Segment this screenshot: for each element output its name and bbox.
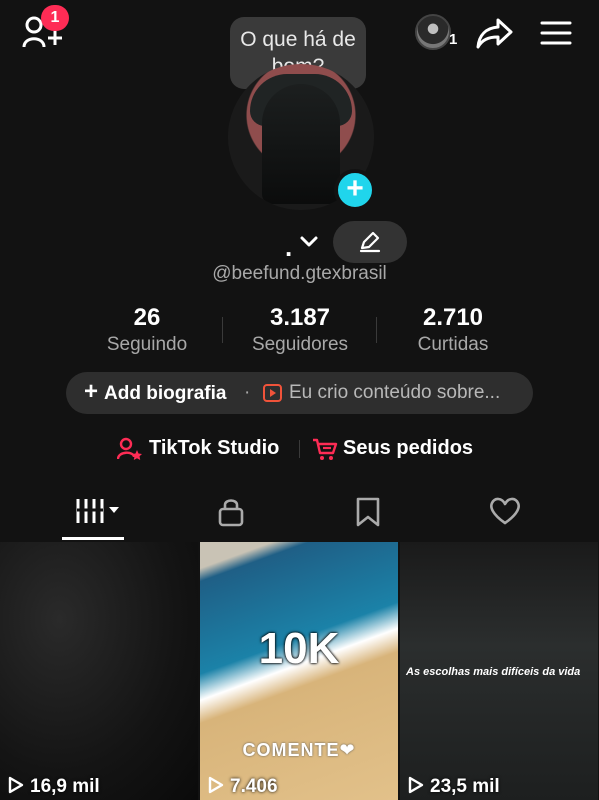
add-story-plus-icon[interactable]: + [334, 169, 376, 211]
video-thumbnail[interactable]: 10K COMENTE❤ 7.406 [200, 542, 398, 800]
profile-links: TikTok Studio Seus pedidos [0, 434, 599, 464]
user-star-icon [117, 437, 142, 460]
active-tab-indicator [62, 537, 124, 540]
play-icon [408, 776, 424, 794]
stat-value: 3.187 [269, 304, 331, 331]
links-divider [299, 440, 300, 458]
share-icon[interactable] [476, 16, 514, 50]
bio-separator: · [244, 382, 251, 403]
grid-bars-icon [76, 499, 119, 523]
video-overlay-subtext: COMENTE❤ [242, 740, 356, 760]
view-count: 7.406 [208, 776, 278, 798]
your-orders-link[interactable]: Seus pedidos [343, 437, 473, 460]
account-switcher-avatar[interactable] [415, 14, 451, 50]
view-count: 16,9 mil [8, 776, 100, 798]
stat-followers[interactable]: 3.187 Seguidores [225, 303, 375, 357]
view-count-value: 23,5 mil [430, 776, 500, 797]
chevron-down-icon [300, 236, 318, 247]
stat-label: Curtidas [417, 334, 489, 355]
bio-bar[interactable]: + Add biografia · Eu crio conteúdo sobre.… [66, 372, 533, 414]
stat-value: 2.710 [422, 304, 484, 331]
stat-label: Seguindo [106, 334, 188, 355]
display-name: . [285, 232, 293, 262]
play-icon [8, 776, 24, 794]
tab-videos[interactable] [40, 490, 160, 542]
tab-saved[interactable] [308, 490, 428, 542]
tab-liked[interactable] [446, 490, 566, 542]
stat-likes[interactable]: 2.710 Curtidas [378, 303, 528, 357]
avatar-figure [262, 84, 340, 204]
profile-stats: 26 Seguindo 3.187 Seguidores 2.710 Curti… [0, 303, 599, 363]
stat-label: Seguidores [251, 334, 349, 355]
account-count: 1 [449, 31, 458, 48]
cart-icon [313, 438, 338, 460]
play-icon [208, 776, 224, 794]
view-count-value: 16,9 mil [30, 776, 100, 797]
view-count-value: 7.406 [230, 776, 278, 797]
edit-profile-button[interactable] [333, 221, 407, 263]
video-play-icon [263, 384, 282, 402]
bookmark-icon [356, 497, 380, 527]
heart-icon [490, 497, 520, 525]
video-thumbnail[interactable]: 16,9 mil [0, 542, 198, 800]
notification-badge: 1 [41, 5, 69, 31]
pencil-icon [359, 231, 381, 253]
lock-icon [218, 499, 244, 527]
add-bio-button[interactable]: + Add biografia [84, 380, 227, 405]
username: @beefund.gtexbrasil [212, 263, 387, 284]
profile-tabs [0, 490, 599, 542]
plus-icon: + [84, 378, 99, 405]
tab-private[interactable] [170, 490, 290, 542]
view-count: 23,5 mil [408, 776, 500, 798]
stat-divider [376, 317, 377, 343]
stat-value: 26 [133, 304, 161, 331]
add-bio-label: Add biografia [104, 383, 227, 404]
menu-icon[interactable] [540, 20, 572, 46]
stat-following[interactable]: 26 Seguindo [72, 303, 222, 357]
video-overlay-text: 10K [258, 624, 340, 673]
video-caption: As escolhas mais difíceis da vida [406, 666, 581, 678]
stat-divider [222, 317, 223, 343]
tiktok-studio-link[interactable]: TikTok Studio [149, 437, 279, 460]
bio-preview[interactable]: Eu crio conteúdo sobre... [289, 382, 500, 404]
video-thumbnail[interactable]: As escolhas mais difíceis da vida 23,5 m… [400, 542, 598, 800]
video-grid: 16,9 mil 10K COMENTE❤ 7.406 As escolhas … [0, 542, 599, 800]
